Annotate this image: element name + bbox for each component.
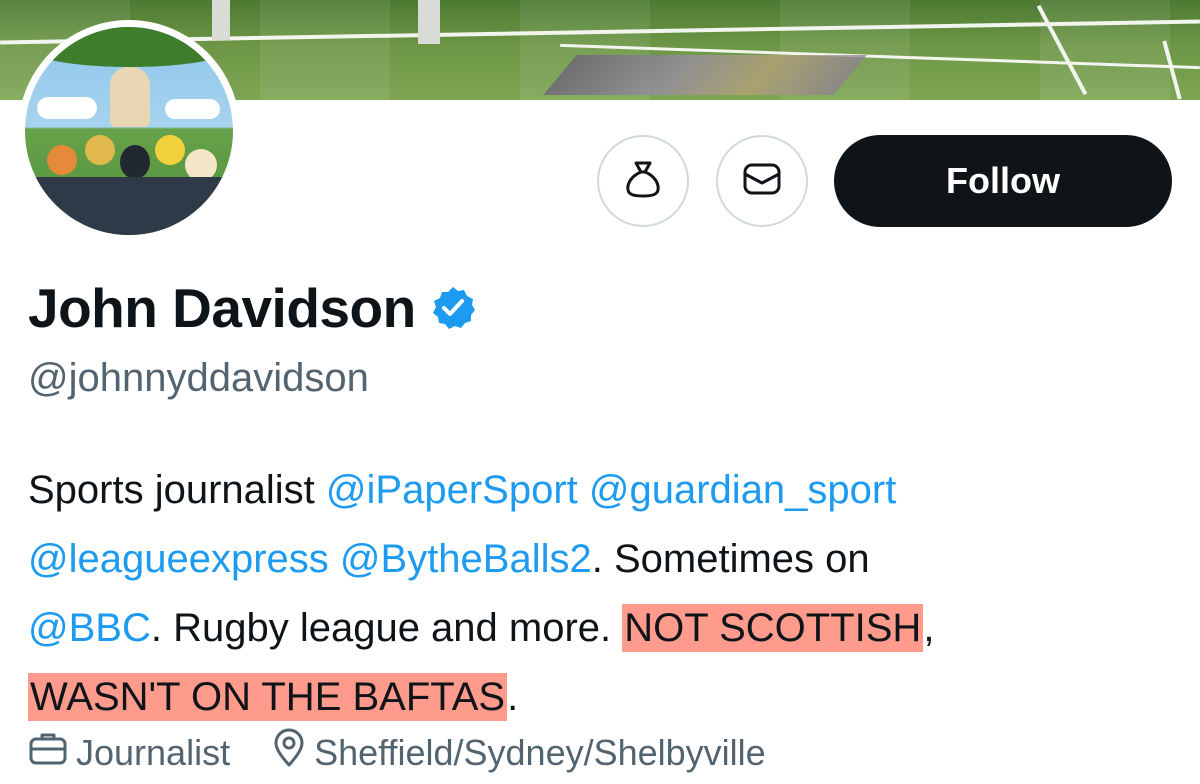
mention-link[interactable]: @guardian_sport	[589, 468, 896, 512]
bio-text	[329, 537, 340, 581]
bio-text	[578, 468, 589, 512]
location-label: Sheffield/Sydney/Shelbyville	[314, 731, 766, 773]
tip-button[interactable]	[597, 135, 689, 227]
bio-text: ,	[923, 606, 935, 650]
profile-meta: Journalist Sheffield/Sydney/Shelbyville	[28, 728, 766, 777]
mention-link[interactable]: @BytheBalls2	[340, 537, 592, 581]
profession-item: Journalist	[28, 730, 230, 775]
display-name: John Davidson	[28, 277, 416, 339]
follow-button[interactable]: Follow	[834, 135, 1172, 227]
mention-link[interactable]: @leagueexpress	[28, 537, 329, 581]
username-handle: @johnnyddavidson	[28, 356, 369, 400]
message-button[interactable]	[716, 135, 808, 227]
mention-link[interactable]: @iPaperSport	[326, 468, 578, 512]
profile-name-row: John Davidson	[28, 276, 476, 340]
profession-label: Journalist	[76, 731, 231, 773]
profile-bio: Sports journalist @iPaperSport @guardian…	[28, 456, 1178, 732]
location-item: Sheffield/Sydney/Shelbyville	[272, 728, 766, 777]
bio-text: .	[507, 675, 519, 719]
bio-text: . Rugby league and more.	[150, 606, 623, 650]
location-pin-icon	[272, 728, 314, 777]
highlighted-text: NOT SCOTTISH	[622, 604, 924, 652]
bio-text: Sports journalist	[28, 468, 326, 512]
verified-badge-icon[interactable]	[430, 285, 476, 336]
briefcase-icon	[28, 730, 76, 775]
avatar-frame	[18, 20, 240, 242]
mention-link[interactable]: @BBC	[28, 606, 151, 650]
bio-text: . Sometimes on	[591, 537, 870, 581]
avatar[interactable]	[25, 27, 233, 235]
money-bag-icon	[625, 160, 661, 203]
highlighted-text: WASN'T ON THE BAFTAS	[28, 673, 508, 721]
envelope-icon	[742, 162, 782, 201]
